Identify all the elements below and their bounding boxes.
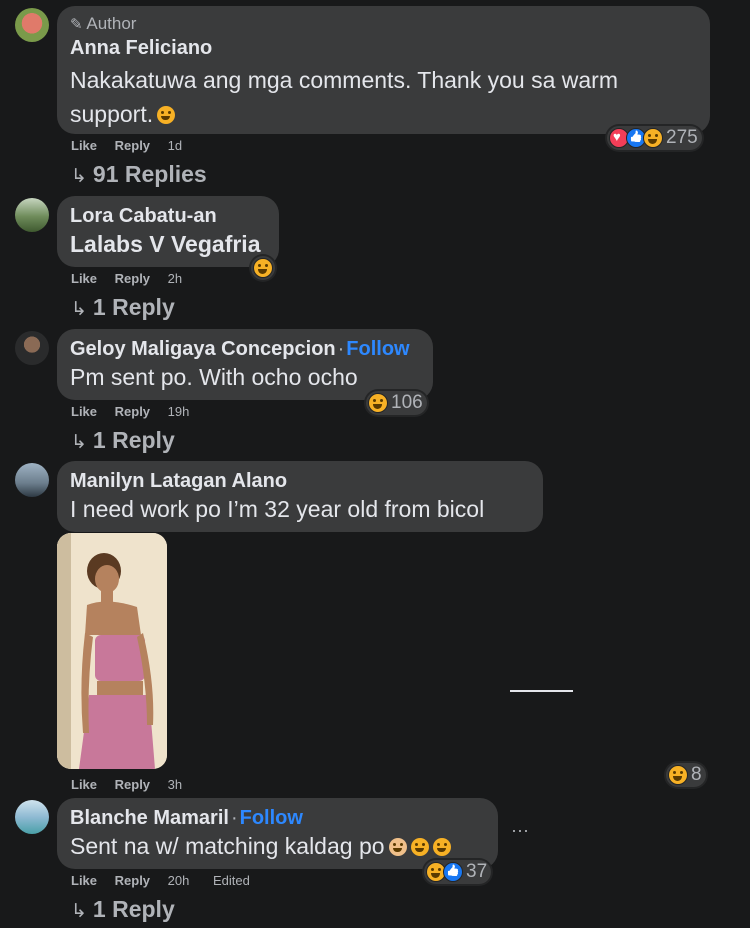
comment-text: Lalabs V Vegafria	[70, 231, 261, 257]
comment-text: I need work po I’m 32 year old from bico…	[70, 496, 485, 522]
author-badge: ✎ Author	[70, 14, 136, 34]
comment-bubble: Blanche Mamaril · Follow Sent na w/ matchi…	[57, 798, 498, 869]
follow-button[interactable]: Follow	[240, 807, 303, 829]
comment-actions: Like Reply 19h	[71, 404, 209, 419]
timestamp[interactable]: 20h	[168, 873, 190, 888]
replies-label: 1 Reply	[92, 896, 175, 922]
separator-dot: ·	[337, 338, 345, 360]
like-button[interactable]: Like	[71, 404, 97, 419]
laugh-emoji-icon	[432, 838, 451, 856]
view-replies-link[interactable]: ↳ 1 Reply	[71, 427, 175, 454]
commenter-name[interactable]: Manilyn Latagan Alano	[70, 470, 287, 493]
comment-actions: Like Reply 2h	[71, 271, 202, 286]
pencil-icon: ✎	[70, 16, 83, 33]
reaction-count: 275	[666, 127, 698, 148]
replies-label: 91 Replies	[92, 161, 207, 187]
view-replies-link[interactable]: ↳ 1 Reply	[71, 294, 175, 321]
commenter-name[interactable]: Geloy Maligaya Concepcion	[70, 338, 336, 360]
grin-emoji-icon	[410, 838, 429, 856]
view-replies-link[interactable]: ↳ 91 Replies	[71, 161, 207, 188]
timestamp[interactable]: 3h	[168, 777, 182, 792]
reply-arrow-icon: ↳	[71, 166, 87, 187]
haha-reaction-icon	[668, 765, 688, 785]
like-button[interactable]: Like	[71, 777, 97, 792]
replies-label: 1 Reply	[92, 427, 175, 453]
view-replies-link[interactable]: ↳ 1 Reply	[71, 896, 175, 923]
commenter-name-row: Blanche Mamaril · Follow	[70, 807, 303, 830]
comment-bubble: Lora Cabatu-an Lalabs V Vegafria	[57, 196, 279, 267]
haha-reaction-icon	[643, 128, 663, 148]
comment-text: Nakakatuwa ang mga comments. Thank you s…	[70, 67, 618, 93]
avatar[interactable]	[15, 198, 49, 232]
more-options-button[interactable]: ···	[511, 820, 529, 841]
comment-bubble: Manilyn Latagan Alano I need work po I’m…	[57, 461, 543, 532]
avatar[interactable]	[15, 8, 49, 42]
reply-arrow-icon: ↳	[71, 432, 87, 453]
reaction-count: 37	[466, 861, 488, 882]
reply-button[interactable]: Reply	[115, 138, 150, 153]
divider-line	[510, 690, 573, 692]
reaction-summary[interactable]: 8	[666, 763, 706, 787]
like-button[interactable]: Like	[71, 138, 97, 153]
comment-bubble: ✎ Author Anna Feliciano Nakakatuwa ang m…	[57, 6, 710, 134]
commenter-name[interactable]: Blanche Mamaril	[70, 807, 229, 829]
comment-text-line2: support.	[70, 101, 176, 128]
comment-actions: Like Reply 1d	[71, 138, 202, 153]
avatar[interactable]	[15, 331, 49, 365]
replies-label: 1 Reply	[92, 294, 175, 320]
comment-bubble: Geloy Maligaya Concepcion · Follow Pm sent…	[57, 329, 433, 400]
smile-emoji-icon	[157, 106, 176, 124]
timestamp[interactable]: 2h	[168, 271, 182, 286]
reaction-summary[interactable]: 37	[424, 860, 492, 884]
comment-actions: Like Reply 3h	[71, 777, 202, 792]
like-button[interactable]: Like	[71, 873, 97, 888]
comment-actions: Like Reply 20h Edited	[71, 873, 250, 888]
reply-arrow-icon: ↳	[71, 299, 87, 320]
reply-button[interactable]: Reply	[115, 404, 150, 419]
haha-reaction-icon	[368, 393, 388, 413]
reply-arrow-icon: ↳	[71, 901, 87, 922]
avatar[interactable]	[15, 463, 49, 497]
commenter-name[interactable]: Anna Feliciano	[70, 37, 212, 60]
avatar[interactable]	[15, 800, 49, 834]
haha-reaction-icon	[253, 258, 273, 278]
person-photo-icon	[57, 533, 167, 769]
like-button[interactable]: Like	[71, 271, 97, 286]
edited-label: Edited	[213, 873, 250, 888]
reply-button[interactable]: Reply	[115, 873, 150, 888]
separator-dot: ·	[230, 807, 238, 829]
reaction-summary[interactable]: 275	[607, 126, 702, 150]
reaction-count: 8	[691, 764, 702, 785]
reply-button[interactable]: Reply	[115, 271, 150, 286]
timestamp[interactable]: 1d	[168, 138, 182, 153]
commenter-name-row: Geloy Maligaya Concepcion · Follow	[70, 338, 410, 361]
follow-button[interactable]: Follow	[346, 338, 409, 360]
comment-photo[interactable]	[57, 533, 167, 769]
reaction-count: 106	[391, 392, 423, 413]
reaction-summary[interactable]	[251, 256, 275, 280]
like-reaction-icon	[443, 862, 463, 882]
author-badge-label: Author	[86, 14, 137, 33]
comment-text: Pm sent po. With ocho ocho	[70, 364, 358, 390]
commenter-name[interactable]: Lora Cabatu-an	[70, 205, 217, 228]
reaction-summary[interactable]: 106	[366, 391, 427, 415]
comment-text: Sent na w/ matching kaldag po	[70, 833, 451, 860]
timestamp[interactable]: 19h	[168, 404, 190, 419]
hands-emoji-icon	[388, 838, 407, 856]
reply-button[interactable]: Reply	[115, 777, 150, 792]
